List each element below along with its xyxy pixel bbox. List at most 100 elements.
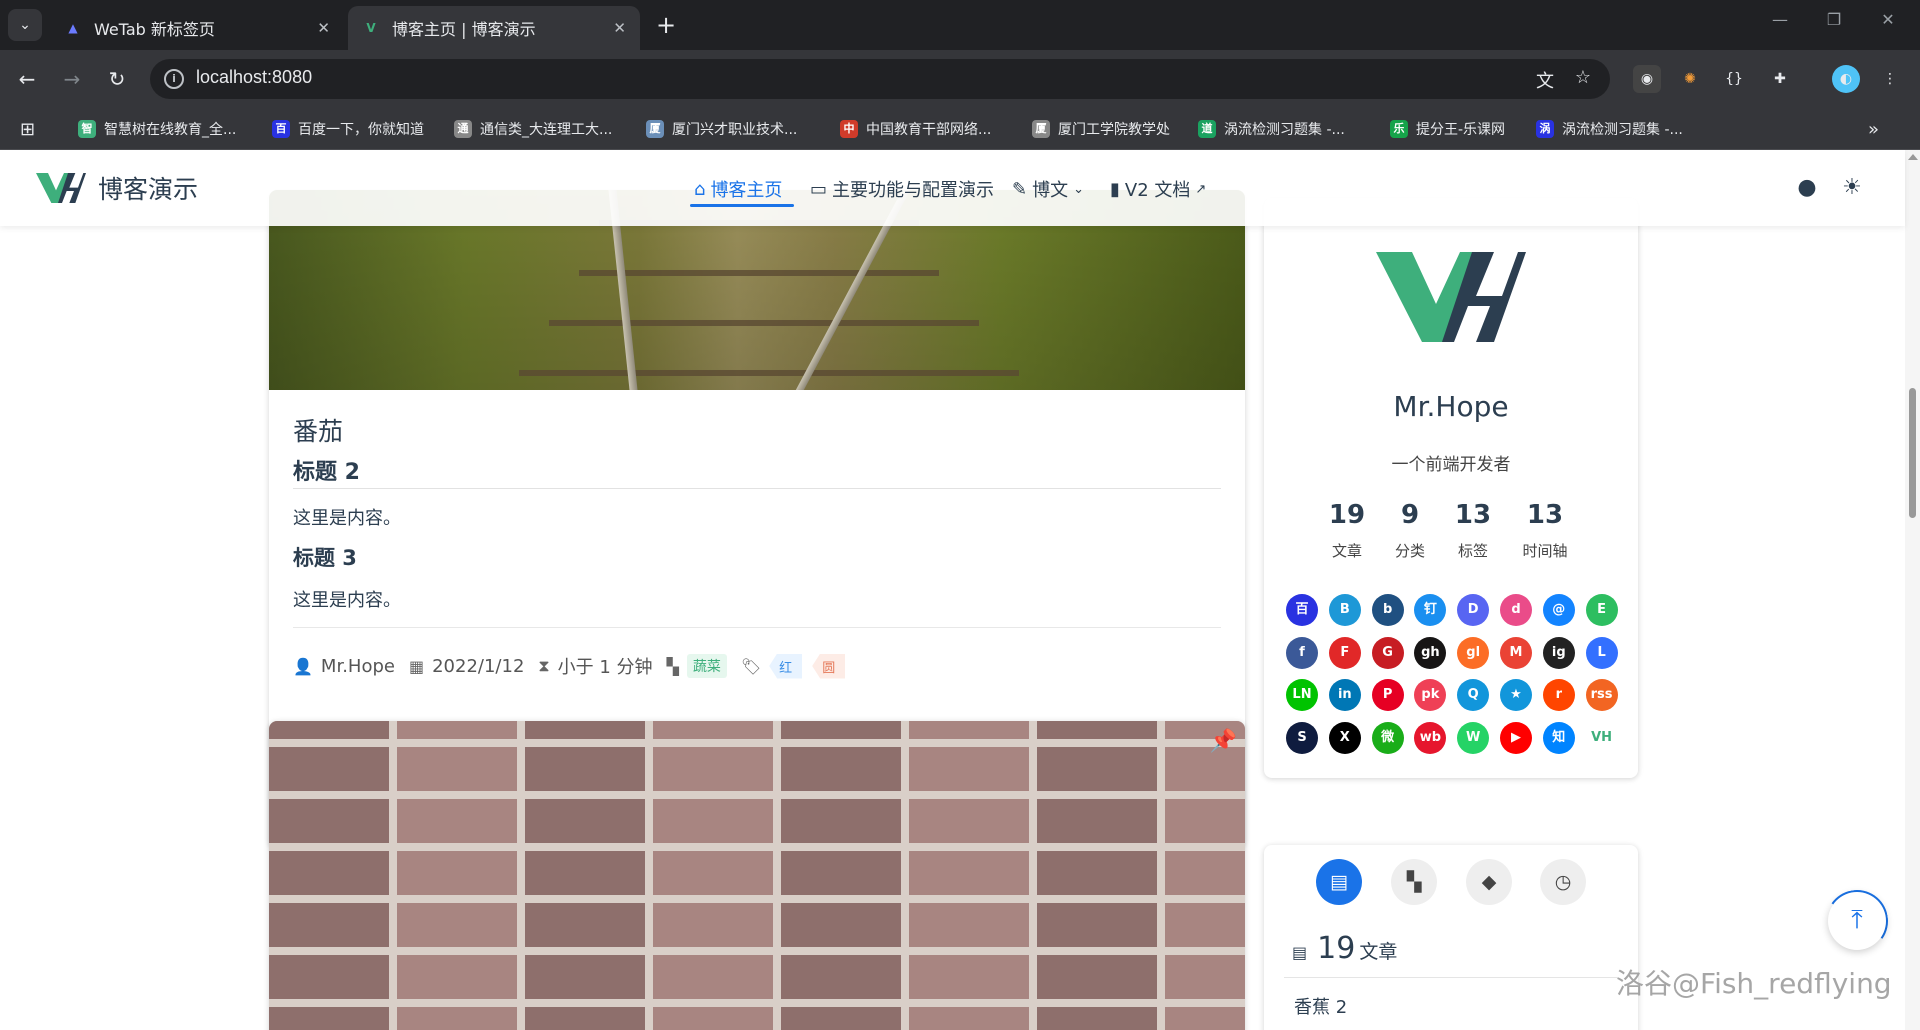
- bookmark-item[interactable]: 厦厦门兴才职业技术...: [646, 118, 797, 140]
- tab-wetab[interactable]: ▲ WeTab 新标签页 ✕: [50, 6, 344, 50]
- extension-code-icon[interactable]: {}: [1720, 65, 1748, 93]
- instagram-icon[interactable]: ig: [1542, 636, 1575, 669]
- home-icon: ⌂: [694, 178, 706, 200]
- gitee-icon[interactable]: G: [1371, 636, 1404, 669]
- weibo-icon[interactable]: wb: [1414, 721, 1447, 754]
- extension-cookie-icon[interactable]: ✺: [1676, 65, 1704, 93]
- evernote-icon[interactable]: E: [1585, 594, 1618, 626]
- bookmark-item[interactable]: 中中国教育干部网络...: [840, 118, 991, 140]
- theme-toggle-sun-icon[interactable]: ☀: [1838, 174, 1866, 202]
- bookmark-item[interactable]: 道涡流检测习题集 -...: [1198, 118, 1345, 140]
- browser-menu-icon[interactable]: ⋮: [1876, 65, 1904, 93]
- blog-info-list-card: ▤ ▚ ◆ ◷ ▤ 19 文章 香蕉 2: [1264, 845, 1638, 1030]
- github-icon[interactable]: ●: [1793, 174, 1821, 202]
- site-title[interactable]: 博客演示: [98, 170, 198, 206]
- close-icon[interactable]: ✕: [317, 19, 330, 37]
- pocket-icon[interactable]: pk: [1414, 679, 1447, 711]
- article-title[interactable]: 番茄: [293, 412, 343, 448]
- email-icon[interactable]: @: [1542, 594, 1575, 626]
- window-close-icon[interactable]: ✕: [1868, 10, 1908, 29]
- close-icon[interactable]: ✕: [613, 19, 626, 37]
- zhihu-icon[interactable]: 知: [1542, 721, 1575, 754]
- tab-blog-home[interactable]: V 博客主页 | 博客演示 ✕: [348, 6, 640, 50]
- wechat-icon[interactable]: 微: [1371, 721, 1404, 754]
- bookmark-item[interactable]: 智智慧树在线教育_全...: [78, 118, 236, 140]
- reload-icon[interactable]: ↻: [102, 64, 132, 94]
- tag-badge[interactable]: 红: [769, 653, 803, 679]
- bookmark-item[interactable]: 涡涡流检测习题集 -...: [1536, 118, 1683, 140]
- lark-icon[interactable]: L: [1585, 636, 1618, 669]
- category-tab-icon[interactable]: ▚: [1391, 859, 1437, 905]
- qq-icon[interactable]: Q: [1457, 679, 1490, 711]
- forward-arrow-icon[interactable]: →: [57, 64, 87, 94]
- article-list-item[interactable]: 香蕉 2: [1294, 993, 1347, 1019]
- url-text[interactable]: localhost:8080: [196, 67, 312, 88]
- new-tab-plus-icon[interactable]: +: [650, 10, 682, 42]
- back-arrow-icon[interactable]: ←: [12, 64, 42, 94]
- bookmark-star-icon[interactable]: ☆: [1570, 67, 1596, 88]
- nav-v2-docs[interactable]: ▮ V2 文档 ↗: [1110, 176, 1206, 202]
- tag-tab-icon[interactable]: ◆: [1466, 859, 1512, 905]
- tag-badge[interactable]: 圆: [812, 653, 846, 679]
- stat-timeline[interactable]: 13 时间轴: [1510, 500, 1580, 561]
- pinterest-icon[interactable]: P: [1371, 679, 1404, 711]
- youtube-icon[interactable]: ▶: [1500, 721, 1532, 754]
- hourglass-icon: ⧗: [538, 656, 550, 675]
- line-icon[interactable]: LN: [1286, 679, 1318, 711]
- article-card[interactable]: 📌: [269, 721, 1245, 1030]
- stat-categories[interactable]: 9 分类: [1375, 500, 1445, 561]
- browser-toolbar: ← → ↻ i localhost:8080 文 ☆ ◉ ✺ {} ✚ ◐ ⋮: [0, 50, 1920, 108]
- site-logo[interactable]: [36, 172, 86, 204]
- category-badge[interactable]: 蔬菜: [686, 654, 727, 678]
- tab-search-chevron-icon[interactable]: ⌄: [8, 9, 42, 41]
- site-info-icon[interactable]: i: [164, 69, 184, 89]
- bookmark-item[interactable]: 百百度一下，你就知道: [272, 118, 424, 140]
- gitlab-icon[interactable]: gl: [1457, 636, 1490, 669]
- article-list-tab-icon[interactable]: ▤: [1316, 859, 1362, 905]
- dribbble-icon[interactable]: d: [1500, 594, 1532, 626]
- bitbucket-icon[interactable]: b: [1371, 594, 1404, 626]
- nav-features-demo[interactable]: ▭ 主要功能与配置演示: [810, 176, 994, 202]
- twitter-x-icon[interactable]: X: [1328, 721, 1361, 754]
- reddit-icon[interactable]: r: [1542, 679, 1575, 711]
- bookmark-item[interactable]: 通通信类_大连理工大...: [454, 118, 612, 140]
- baidu-icon[interactable]: 百: [1286, 594, 1318, 626]
- nav-blog-home[interactable]: ⌂ 博客主页: [694, 176, 782, 202]
- github-icon[interactable]: gh: [1414, 636, 1447, 669]
- restore-icon[interactable]: ❐: [1814, 10, 1854, 29]
- bookmark-item[interactable]: 厦厦门工学院教学处: [1032, 118, 1170, 140]
- back-to-top-button[interactable]: ⤒: [1828, 892, 1886, 950]
- address-bar[interactable]: i localhost:8080 文 ☆: [150, 59, 1610, 99]
- linkedin-icon[interactable]: in: [1328, 679, 1361, 711]
- stat-articles[interactable]: 19 文章: [1312, 500, 1382, 561]
- rss-icon[interactable]: rss: [1585, 679, 1618, 711]
- scrollbar-thumb[interactable]: [1909, 388, 1916, 518]
- nav-posts-dropdown[interactable]: ✎ 博文 ⌄: [1012, 176, 1084, 202]
- whatsapp-icon[interactable]: W: [1457, 721, 1490, 754]
- extension-mask-icon[interactable]: ◉: [1633, 65, 1661, 93]
- scroll-up-arrow-icon[interactable]: [1908, 154, 1918, 160]
- article-paragraph: 这里是内容。: [293, 508, 401, 529]
- dingding-icon[interactable]: 钉: [1414, 594, 1447, 626]
- qzone-icon[interactable]: ★: [1500, 679, 1532, 711]
- minimize-icon[interactable]: —: [1760, 10, 1800, 29]
- extensions-puzzle-icon[interactable]: ✚: [1766, 65, 1794, 93]
- vuepress-hope-icon[interactable]: VH: [1585, 721, 1618, 754]
- steam-icon[interactable]: S: [1286, 721, 1318, 754]
- apps-grid-icon[interactable]: ⊞: [20, 118, 35, 140]
- bookmarks-more-icon[interactable]: »: [1868, 118, 1879, 140]
- profile-avatar[interactable]: ◐: [1832, 65, 1860, 93]
- bookmark-favicon-icon: 乐: [1390, 120, 1408, 138]
- timeline-tab-icon[interactable]: ◷: [1540, 859, 1586, 905]
- bookmark-item[interactable]: 乐提分王-乐课网: [1390, 118, 1505, 140]
- gmail-icon[interactable]: M: [1500, 636, 1532, 669]
- discord-icon[interactable]: D: [1457, 594, 1490, 626]
- stat-tags[interactable]: 13 标签: [1438, 500, 1508, 561]
- flipboard-icon[interactable]: F: [1328, 636, 1361, 669]
- page-scrollbar[interactable]: [1905, 150, 1920, 1030]
- facebook-icon[interactable]: f: [1286, 636, 1318, 669]
- translate-icon[interactable]: 文: [1532, 67, 1558, 93]
- stat-value: 13: [1454, 500, 1492, 530]
- article-heading-3: 标题 3: [293, 546, 357, 570]
- bilibili-icon[interactable]: B: [1328, 594, 1361, 626]
